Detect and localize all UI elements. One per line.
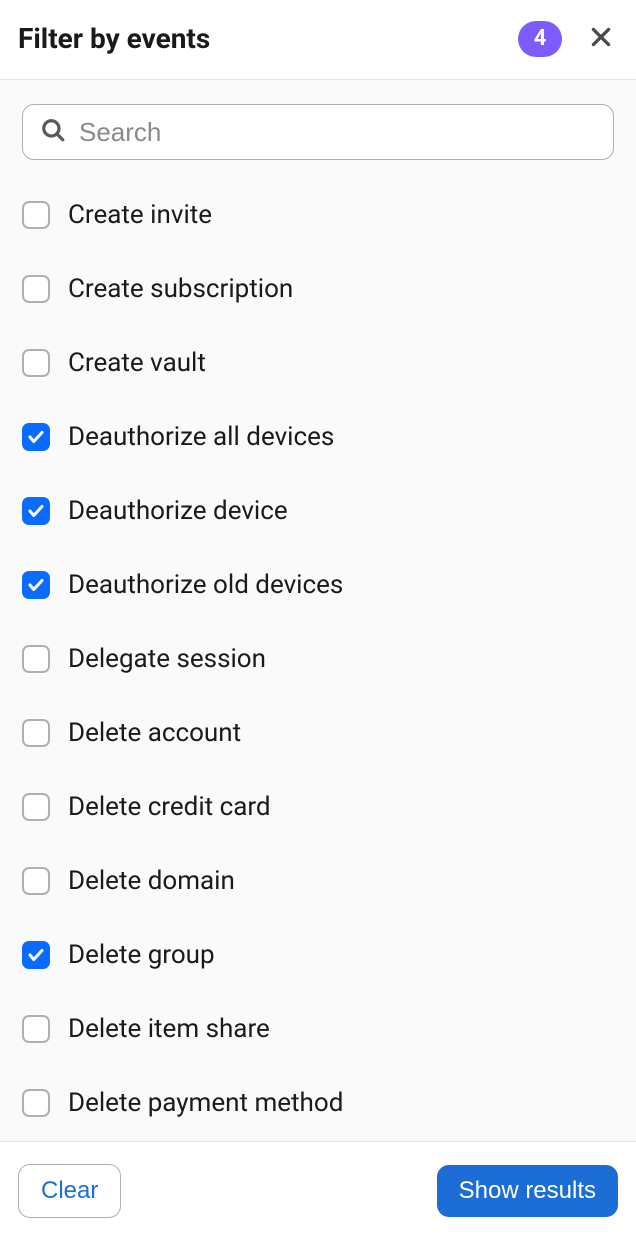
event-checkbox[interactable]: [22, 719, 50, 747]
event-label: Deauthorize old devices: [68, 570, 343, 600]
clear-button[interactable]: Clear: [18, 1164, 121, 1218]
search-field-wrapper: [22, 104, 614, 160]
event-checkbox[interactable]: [22, 201, 50, 229]
event-label: Delegate session: [68, 644, 266, 674]
event-checkbox[interactable]: [22, 571, 50, 599]
event-label: Delete domain: [68, 866, 235, 896]
event-item[interactable]: Deauthorize all devices: [22, 422, 614, 452]
event-checkbox[interactable]: [22, 645, 50, 673]
event-label: Delete group: [68, 940, 215, 970]
header-actions: 4: [518, 20, 618, 57]
close-button[interactable]: [584, 20, 618, 57]
search-input[interactable]: [22, 104, 614, 160]
header: Filter by events 4: [0, 0, 636, 79]
event-item[interactable]: Delegate session: [22, 644, 614, 674]
event-item[interactable]: Delete group: [22, 940, 614, 970]
event-checkbox[interactable]: [22, 349, 50, 377]
event-label: Create vault: [68, 348, 206, 378]
event-item[interactable]: Delete domain: [22, 866, 614, 896]
event-label: Create invite: [68, 200, 212, 230]
event-label: Delete credit card: [68, 792, 271, 822]
close-icon: [588, 24, 614, 53]
event-label: Deauthorize all devices: [68, 422, 334, 452]
event-checkbox[interactable]: [22, 867, 50, 895]
footer: Clear Show results: [0, 1141, 636, 1240]
event-checkbox[interactable]: [22, 1015, 50, 1043]
event-checkbox[interactable]: [22, 497, 50, 525]
event-label: Delete payment method: [68, 1088, 343, 1118]
event-checkbox[interactable]: [22, 941, 50, 969]
event-item[interactable]: Delete credit card: [22, 792, 614, 822]
event-label: Delete account: [68, 718, 241, 748]
event-label: Deauthorize device: [68, 496, 288, 526]
filter-count-badge: 4: [518, 21, 562, 57]
event-item[interactable]: Deauthorize device: [22, 496, 614, 526]
event-checkbox[interactable]: [22, 1089, 50, 1117]
page-title: Filter by events: [18, 22, 210, 55]
show-results-button[interactable]: Show results: [437, 1165, 618, 1217]
event-item[interactable]: Delete payment method: [22, 1088, 614, 1118]
event-item[interactable]: Create subscription: [22, 274, 614, 304]
event-checkbox[interactable]: [22, 793, 50, 821]
event-checkbox[interactable]: [22, 275, 50, 303]
event-item[interactable]: Delete item share: [22, 1014, 614, 1044]
event-label: Delete item share: [68, 1014, 270, 1044]
event-item[interactable]: Delete account: [22, 718, 614, 748]
event-label: Create subscription: [68, 274, 293, 304]
event-checkbox[interactable]: [22, 423, 50, 451]
event-item[interactable]: Create vault: [22, 348, 614, 378]
event-item[interactable]: Deauthorize old devices: [22, 570, 614, 600]
content-area: Create invite Create subscription Create v…: [0, 79, 636, 1141]
event-list: Create invite Create subscription Create v…: [22, 200, 614, 1141]
event-item[interactable]: Create invite: [22, 200, 614, 230]
